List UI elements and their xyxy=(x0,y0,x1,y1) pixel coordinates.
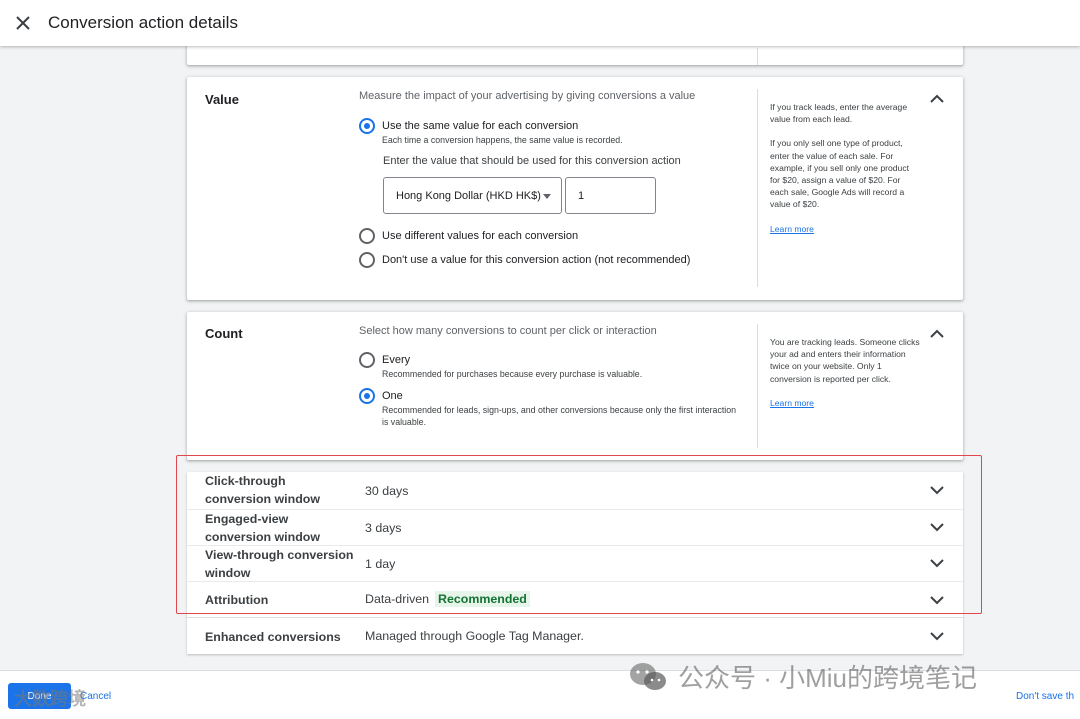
row-value: 1 day xyxy=(365,557,396,571)
radio-one[interactable]: One Recommended for leads, sign-ups, and… xyxy=(359,388,742,428)
radio-sublabel: Recommended for purchases because every … xyxy=(382,369,643,379)
count-section-card: Count Select how many conversions to cou… xyxy=(187,312,963,460)
section-divider xyxy=(757,48,758,65)
value-help-panel: If you track leads, enter the average va… xyxy=(770,101,920,235)
chevron-down-icon[interactable] xyxy=(927,553,947,573)
watermark-bottom: 大数跨境 xyxy=(14,689,86,709)
page-title: Conversion action details xyxy=(48,13,238,32)
row-enhanced-conversions[interactable]: Enhanced conversions Managed through Goo… xyxy=(187,617,963,653)
close-icon[interactable] xyxy=(0,0,46,46)
row-title: View-through conversion window xyxy=(205,548,354,580)
chevron-down-icon[interactable] xyxy=(927,517,947,537)
recommended-badge: Recommended xyxy=(435,591,530,607)
chevron-down-icon[interactable] xyxy=(927,480,947,500)
dropdown-arrow-icon xyxy=(543,194,551,199)
radio-checked-icon[interactable] xyxy=(359,118,375,134)
row-title: Engaged-view conversion window xyxy=(205,512,320,544)
count-help-panel: You are tracking leads. Someone clicks y… xyxy=(770,336,920,409)
row-title: Attribution xyxy=(205,593,269,607)
radio-label: Use different values for each conversion xyxy=(382,230,579,242)
count-section-title: Count xyxy=(205,326,243,341)
radio-unchecked-icon[interactable] xyxy=(359,252,375,268)
row-attribution[interactable]: Attribution Data-driven Recommended xyxy=(187,581,963,617)
radio-no-value[interactable]: Don't use a value for this conversion ac… xyxy=(359,252,690,268)
radio-label: Use the same value for each conversion xyxy=(382,120,579,132)
value-section-description: Measure the impact of your advertising b… xyxy=(359,90,696,102)
learn-more-link[interactable]: Learn more xyxy=(770,224,814,234)
dont-save-button[interactable]: Don't save th xyxy=(1016,691,1074,702)
radio-every[interactable]: Every Recommended for purchases because … xyxy=(359,352,642,380)
radio-label: Don't use a value for this conversion ac… xyxy=(382,254,691,266)
wechat-icon xyxy=(630,662,666,690)
settings-rows-card: Click-through conversion window 30 days … xyxy=(187,472,963,654)
row-title: Click-through conversion window xyxy=(205,474,320,506)
row-value: Managed through Google Tag Manager. xyxy=(365,629,584,643)
conversion-value-input[interactable] xyxy=(565,177,656,214)
radio-unchecked-icon[interactable] xyxy=(359,352,375,368)
attribution-model: Data-driven xyxy=(365,592,430,606)
help-divider xyxy=(757,324,758,448)
help-text: If you only sell one type of product, en… xyxy=(770,138,910,210)
row-value: 3 days xyxy=(365,521,402,535)
row-engaged-view-window[interactable]: Engaged-view conversion window 3 days xyxy=(187,509,963,545)
radio-sublabel: Recommended for leads, sign-ups, and oth… xyxy=(382,405,737,427)
watermark-text: 公众号 · 小Miu的跨境笔记 xyxy=(678,663,978,693)
radio-unchecked-icon[interactable] xyxy=(359,228,375,244)
radio-checked-icon[interactable] xyxy=(359,388,375,404)
radio-label: One xyxy=(382,390,403,402)
radio-different-values[interactable]: Use different values for each conversion xyxy=(359,228,578,244)
row-value: Data-driven Recommended xyxy=(365,591,530,607)
help-text: If you track leads, enter the average va… xyxy=(770,102,908,125)
chevron-up-icon[interactable] xyxy=(927,323,947,343)
header-bar: Conversion action details xyxy=(0,0,1080,46)
help-divider xyxy=(757,89,758,287)
chevron-up-icon[interactable] xyxy=(927,88,947,108)
value-section-title: Value xyxy=(205,92,239,107)
help-text: You are tracking leads. Someone clicks y… xyxy=(770,337,920,384)
row-view-through-window[interactable]: View-through conversion window 1 day xyxy=(187,545,963,581)
row-click-through-window[interactable]: Click-through conversion window 30 days xyxy=(187,472,963,508)
currency-select[interactable]: Hong Kong Dollar (HKD HK$) xyxy=(383,177,562,214)
chevron-down-icon[interactable] xyxy=(927,590,947,610)
row-value: 30 days xyxy=(365,484,409,498)
count-section-description: Select how many conversions to count per… xyxy=(359,325,657,337)
radio-same-value[interactable]: Use the same value for each conversion E… xyxy=(359,118,623,146)
radio-label: Every xyxy=(382,354,411,366)
value-section-card: Value Measure the impact of your adverti… xyxy=(187,77,963,300)
currency-selected-value: Hong Kong Dollar (HKD HK$) xyxy=(396,189,541,202)
radio-sublabel: Each time a conversion happens, the same… xyxy=(382,135,623,145)
value-prompt-label: Enter the value that should be used for … xyxy=(383,155,681,167)
chevron-down-icon[interactable] xyxy=(927,626,947,646)
watermark: 公众号 · 小Miu的跨境笔记 xyxy=(628,658,977,695)
learn-more-link[interactable]: Learn more xyxy=(770,398,814,408)
row-title: Enhanced conversions xyxy=(205,630,341,644)
